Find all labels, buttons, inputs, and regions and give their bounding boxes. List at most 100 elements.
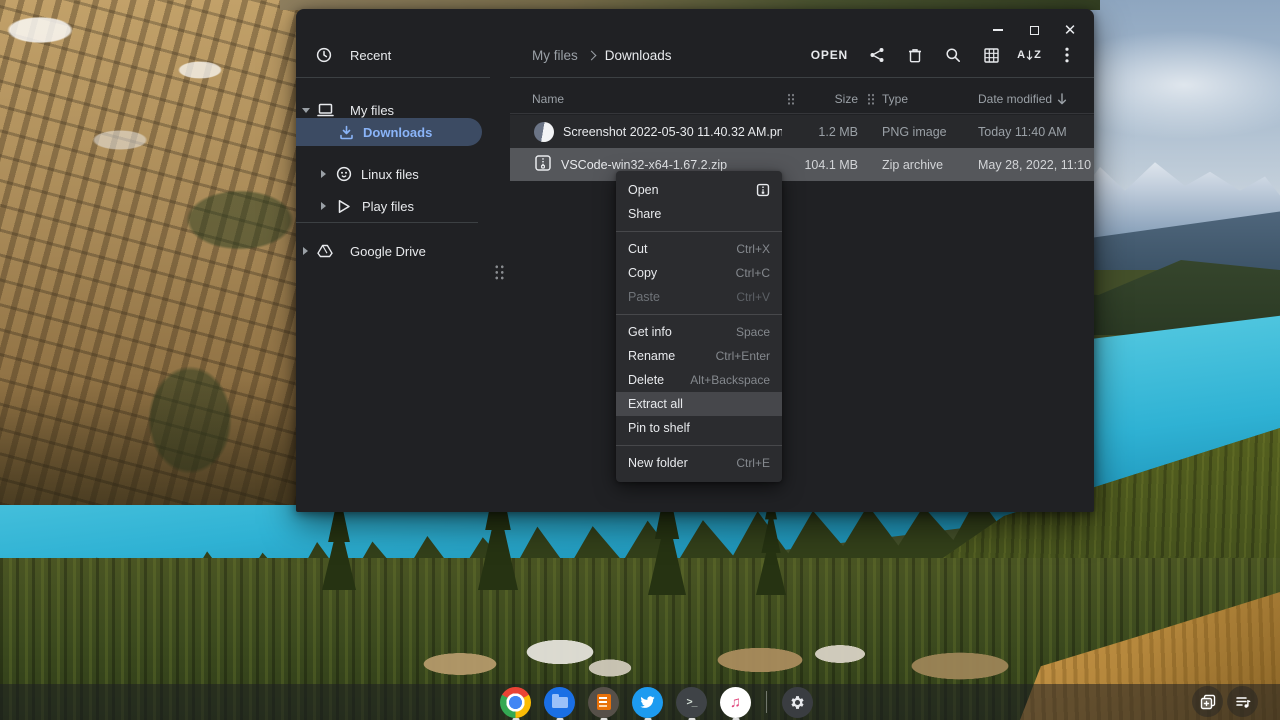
file-date: May 28, 2022, 11:10 … xyxy=(978,158,1094,172)
shortcut: Ctrl+Enter xyxy=(716,349,770,363)
divider xyxy=(296,222,478,223)
sidebar-item-label: Google Drive xyxy=(350,244,426,259)
clock-icon xyxy=(315,46,333,64)
menu-item-pin-to-shelf[interactable]: Pin to shelf xyxy=(616,416,782,440)
screen-capture-icon[interactable] xyxy=(1192,686,1223,717)
shortcut: Space xyxy=(736,325,770,339)
wallpaper-rocks xyxy=(280,624,1060,688)
more-menu-icon[interactable] xyxy=(1048,41,1086,69)
files-app-icon[interactable] xyxy=(544,687,575,718)
file-size: 104.1 MB xyxy=(800,158,858,172)
divider xyxy=(296,77,490,78)
menu-item-delete[interactable]: Delete Alt+Backspace xyxy=(616,368,782,392)
sidebar-item-label: Linux files xyxy=(361,167,419,182)
open-button[interactable]: OPEN xyxy=(801,44,858,66)
share-icon[interactable] xyxy=(858,41,896,69)
column-drag-handle[interactable] xyxy=(862,93,880,105)
download-icon xyxy=(337,123,355,141)
menu-item-get-info[interactable]: Get info Space xyxy=(616,320,782,344)
file-type: PNG image xyxy=(880,125,964,139)
menu-divider xyxy=(616,445,782,446)
sidebar-item-google-drive[interactable]: Google Drive xyxy=(296,236,496,266)
sidebar-item-label: My files xyxy=(350,103,394,118)
book-app-icon[interactable] xyxy=(588,687,619,718)
music-app-icon[interactable]: ♫ xyxy=(720,687,751,718)
sidebar-item-label: Play files xyxy=(362,199,414,214)
shortcut: Ctrl+X xyxy=(736,242,770,256)
divider xyxy=(510,113,1094,114)
column-header-size[interactable]: Size xyxy=(800,92,858,106)
file-type: Zip archive xyxy=(880,158,964,172)
divider xyxy=(510,77,1094,78)
sidebar-item-play-files[interactable]: Play files xyxy=(296,191,496,221)
toolbar: OPEN A Z xyxy=(801,41,1086,69)
file-list-pane: My files Downloads OPEN xyxy=(510,9,1094,512)
grid-view-icon[interactable] xyxy=(972,41,1010,69)
column-header-type[interactable]: Type xyxy=(880,92,964,106)
search-icon[interactable] xyxy=(934,41,972,69)
menu-divider xyxy=(616,231,782,232)
file-size: 1.2 MB xyxy=(800,125,858,139)
file-name: Screenshot 2022-05-30 11.40.32 AM.png xyxy=(563,125,782,139)
breadcrumb: My files Downloads xyxy=(532,43,672,67)
chrome-icon[interactable] xyxy=(500,687,531,718)
desktop: ✕ Recent My files xyxy=(0,0,1280,720)
menu-item-extract-all[interactable]: Extract all xyxy=(616,392,782,416)
column-header-date[interactable]: Date modified xyxy=(978,92,1094,106)
sort-letter-a: A xyxy=(1017,49,1025,61)
table-header: Name Size Type Date modified xyxy=(510,85,1094,113)
shortcut: Alt+Backspace xyxy=(690,373,770,387)
file-row-vscode-zip[interactable]: VSCode-win32-x64-1.67.2.zip 104.1 MB Zip… xyxy=(510,148,1094,181)
shortcut: Ctrl+E xyxy=(736,456,770,470)
shelf-separator xyxy=(766,691,767,713)
sort-direction-down-icon xyxy=(1057,93,1067,105)
menu-item-open[interactable]: Open xyxy=(616,178,782,202)
zip-app-icon xyxy=(756,183,770,197)
shortcut: Ctrl+V xyxy=(736,290,770,304)
zip-file-icon xyxy=(534,154,552,175)
linux-penguin-icon xyxy=(335,165,353,183)
file-date: Today 11:40 AM xyxy=(978,125,1094,139)
chevron-right-icon[interactable] xyxy=(321,202,326,210)
file-row-screenshot[interactable]: Screenshot 2022-05-30 11.40.32 AM.png 1.… xyxy=(510,115,1094,148)
status-tray xyxy=(1192,686,1258,717)
twitter-icon[interactable] xyxy=(632,687,663,718)
sidebar-splitter-handle[interactable] xyxy=(494,264,505,281)
sidebar-item-label: Downloads xyxy=(363,125,432,140)
shelf: >_ ♫ xyxy=(0,684,1280,720)
sidebar-item-label: Recent xyxy=(350,48,391,63)
sort-az-icon[interactable]: A Z xyxy=(1010,41,1048,69)
shortcut: Ctrl+C xyxy=(736,266,770,280)
breadcrumb-downloads: Downloads xyxy=(605,48,672,63)
chevron-right-icon[interactable] xyxy=(303,247,308,255)
chevron-right-icon xyxy=(586,50,596,60)
column-header-name[interactable]: Name xyxy=(510,92,782,106)
play-icon xyxy=(335,197,353,215)
menu-item-new-folder[interactable]: New folder Ctrl+E xyxy=(616,451,782,475)
menu-item-copy[interactable]: Copy Ctrl+C xyxy=(616,261,782,285)
breadcrumb-my-files[interactable]: My files xyxy=(532,48,578,63)
menu-divider xyxy=(616,314,782,315)
delete-icon[interactable] xyxy=(896,41,934,69)
sort-letter-z: Z xyxy=(1034,49,1041,61)
context-menu: Open Share Cut Ctrl+X Copy Ctrl+C Paste … xyxy=(616,171,782,482)
menu-item-rename[interactable]: Rename Ctrl+Enter xyxy=(616,344,782,368)
sidebar-item-recent[interactable]: Recent xyxy=(296,40,496,70)
column-drag-handle[interactable] xyxy=(782,93,800,105)
menu-item-paste: Paste Ctrl+V xyxy=(616,285,782,309)
media-playlist-icon[interactable] xyxy=(1227,686,1258,717)
wallpaper-cliff xyxy=(0,0,308,505)
settings-icon[interactable] xyxy=(782,687,813,718)
sidebar-item-linux-files[interactable]: Linux files xyxy=(296,159,496,189)
chevron-down-icon[interactable] xyxy=(302,108,310,113)
sidebar: Recent My files Downloads xyxy=(296,9,510,512)
menu-item-share[interactable]: Share xyxy=(616,202,782,226)
sidebar-item-downloads[interactable]: Downloads xyxy=(296,117,496,147)
google-drive-icon xyxy=(316,242,334,260)
menu-item-cut[interactable]: Cut Ctrl+X xyxy=(616,237,782,261)
image-thumbnail-icon xyxy=(534,122,554,142)
terminal-icon[interactable]: >_ xyxy=(676,687,707,718)
shelf-apps: >_ ♫ xyxy=(500,684,813,720)
chevron-right-icon[interactable] xyxy=(321,170,326,178)
file-name: VSCode-win32-x64-1.67.2.zip xyxy=(561,158,727,172)
